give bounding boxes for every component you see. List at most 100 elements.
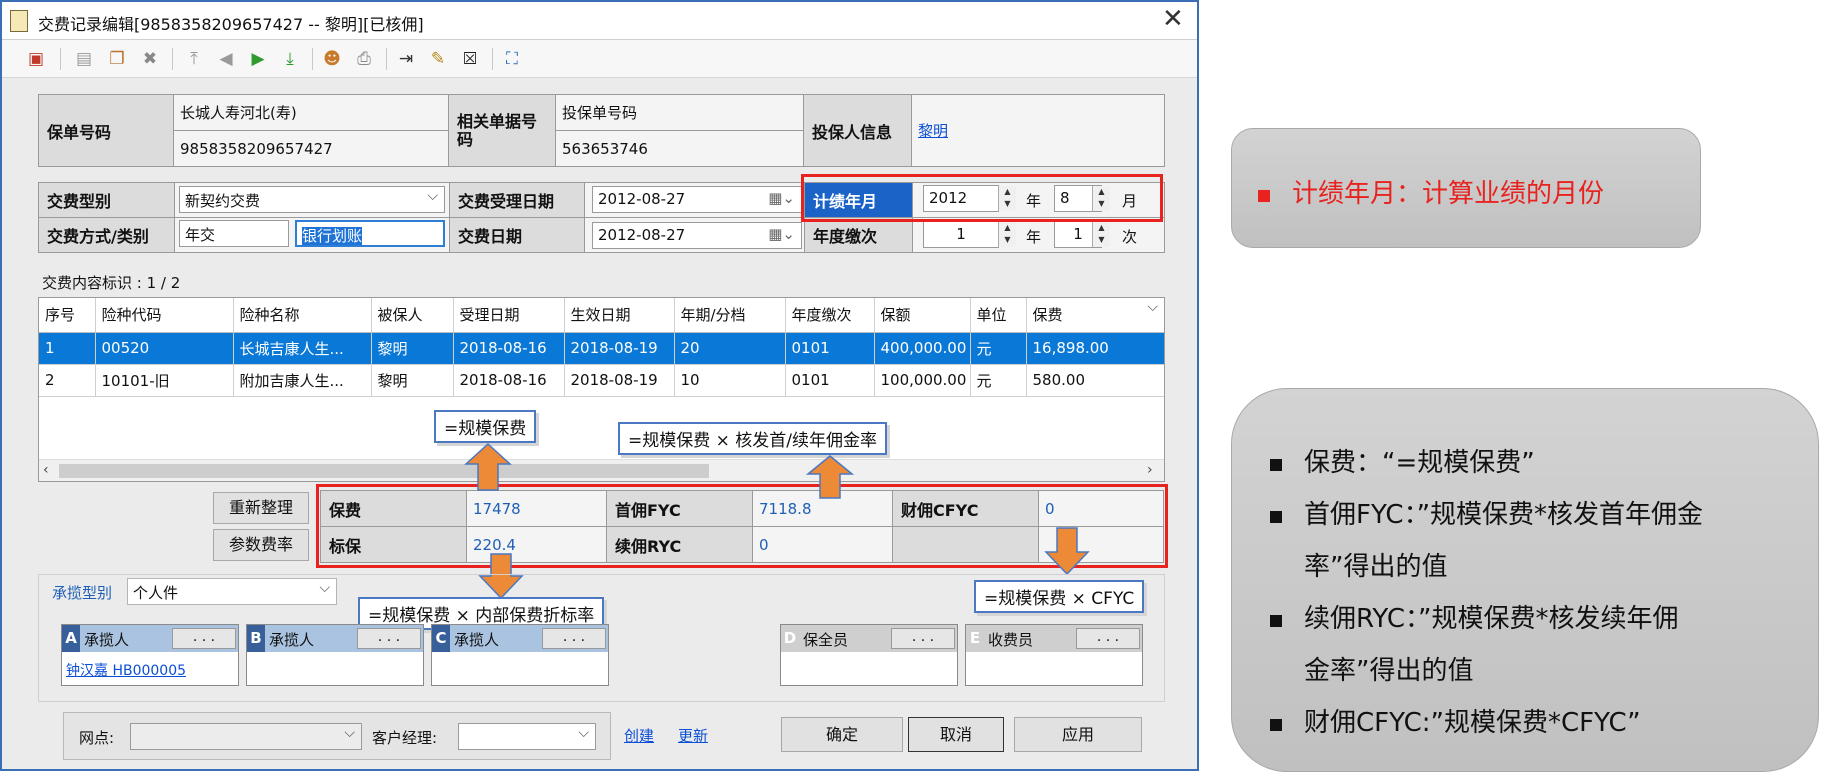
manager-label: 客户经理: <box>372 729 438 747</box>
col-header[interactable]: 单位 <box>970 298 1027 333</box>
update-link[interactable]: 更新 <box>678 725 708 746</box>
red-bullet-icon <box>1258 190 1270 202</box>
document-icon <box>10 10 28 32</box>
save-icon[interactable]: ▤ <box>72 48 96 70</box>
outlet-select[interactable] <box>130 723 362 750</box>
commission-note-panel: 保费：“=规模保费” 首佣FYC：”规模保费*核发首年佣金 率”得出的值 续佣R… <box>1231 388 1819 772</box>
col-header[interactable]: 保费 <box>1026 298 1164 333</box>
policy-no-label: 保单号码 <box>38 94 174 167</box>
collector-lookup-button[interactable]: . . . <box>1076 628 1140 649</box>
annual-year-input[interactable]: 1 <box>923 221 999 248</box>
maintainer-lookup-button[interactable]: . . . <box>891 628 955 649</box>
toolbar: ▣ ▤ ❐ ✖ ⤒ ◀ ▶ ⤓ ☻ ⎙ ⇥ ✎ ⮽ ⛶ <box>2 40 1197 78</box>
col-header[interactable]: 年期/分档 <box>674 298 786 333</box>
app-no-label: 投保单号码 <box>555 94 804 131</box>
annual-year-spinner[interactable]: ▲ ▼ <box>998 222 1016 247</box>
agent-c-lookup-button[interactable]: . . . <box>542 628 606 649</box>
col-header[interactable]: 险种名称 <box>233 298 372 333</box>
policy-no-value: 9858358209657427 <box>173 130 449 167</box>
note-premium: 保费：“=规模保费” <box>1304 448 1535 478</box>
agent-b-box: B 承揽人. . . <box>246 624 424 686</box>
agent-b-lookup-button[interactable]: . . . <box>357 628 421 649</box>
pay-date-input[interactable]: 2012-08-27 ▦⌄ <box>592 222 802 249</box>
payment-type-select[interactable]: 新契约交费 <box>179 186 445 213</box>
agent-type-label: 承揽型别 <box>52 584 113 602</box>
maintainer-box: D 保全员. . . <box>780 624 958 686</box>
edit-icon[interactable]: ✎ <box>426 48 450 70</box>
print-icon[interactable]: ⎙ <box>352 48 376 70</box>
apply-button[interactable]: 应用 <box>1014 717 1142 752</box>
payment-method-label: 交费方式/类别 <box>38 217 175 253</box>
down-arrow-icon <box>1044 527 1090 576</box>
detail-header-row: 序号 险种代码 险种名称 被保人 受理日期 生效日期 年期/分档 年度缴次 保额… <box>39 298 1164 333</box>
last-icon[interactable]: ⤓ <box>278 48 302 70</box>
collector-box: E 收费员. . . <box>965 624 1143 686</box>
scrollbar-thumb[interactable] <box>59 464 709 478</box>
up-arrow-icon <box>806 455 854 499</box>
horizontal-scrollbar[interactable]: ‹ › <box>39 459 1164 481</box>
first-icon[interactable]: ⤒ <box>182 48 206 70</box>
export-icon[interactable]: ⮽ <box>458 48 482 70</box>
param-rate-button[interactable]: 参数费率 <box>213 529 309 561</box>
related-doc-label: 相关单据号码 <box>448 94 556 167</box>
cancel-icon[interactable]: ✖ <box>138 48 162 70</box>
ok-button[interactable]: 确定 <box>781 717 903 752</box>
detail-grid: 序号 险种代码 险种名称 被保人 受理日期 生效日期 年期/分档 年度缴次 保额… <box>38 297 1165 482</box>
note-ryc-cont: 金率”得出的值 <box>1304 656 1474 686</box>
bullet-icon <box>1270 511 1282 523</box>
agent-type-select[interactable]: 个人件 <box>127 578 337 605</box>
prev-icon[interactable]: ◀ <box>214 48 238 70</box>
perf-month-highlight <box>801 174 1163 222</box>
pay-date-label: 交费日期 <box>449 217 585 253</box>
agent-a-lookup-button[interactable]: . . . <box>172 628 236 649</box>
payment-category-input[interactable]: 银行划账 <box>295 220 445 247</box>
manager-select[interactable] <box>458 723 596 750</box>
accept-date-label: 交费受理日期 <box>449 182 585 218</box>
copy-icon[interactable]: ❐ <box>105 48 129 70</box>
payment-method-input[interactable]: 年交 <box>179 220 289 247</box>
table-row[interactable]: 1 00520 长城吉康人生... 黎明 2018-08-16 2018-08-… <box>39 332 1164 365</box>
premium-callout: =规模保费 <box>434 410 537 443</box>
col-header[interactable]: 序号 <box>39 298 96 333</box>
note-ryc: 续佣RYC：”规模保费*核发续年佣 <box>1304 604 1679 634</box>
agent-a-link[interactable]: 钟汉嘉 HB000005 <box>66 660 186 680</box>
bullet-icon <box>1270 615 1282 627</box>
user-icon[interactable]: ☻ <box>320 48 344 70</box>
dialog-window: 交费记录编辑[9858358209657427 -- 黎明][已核佣] ✕ ▣ … <box>0 0 1199 771</box>
create-link[interactable]: 创建 <box>624 725 654 746</box>
agent-c-box: C 承揽人. . . <box>431 624 609 686</box>
col-header[interactable]: 保额 <box>874 298 971 333</box>
close-button[interactable]: ✕ <box>1162 4 1184 34</box>
annual-count-label: 年度缴次 <box>804 217 913 253</box>
accept-date-input[interactable]: 2012-08-27 ▦⌄ <box>592 186 802 213</box>
applicant-link[interactable]: 黎明 <box>918 122 948 140</box>
next-icon[interactable]: ▶ <box>246 48 270 70</box>
perf-month-note-panel: 计绩年月：计算业绩的月份 <box>1231 128 1701 248</box>
import-icon[interactable]: ⇥ <box>394 48 418 70</box>
agent-a-box: A 承揽人. . . 钟汉嘉 HB000005 <box>61 624 239 686</box>
reorganize-button[interactable]: 重新整理 <box>213 492 309 524</box>
delete-record-icon[interactable]: ▣ <box>24 48 48 70</box>
col-header[interactable]: 险种代码 <box>95 298 234 333</box>
note-fyc-cont: 率”得出的值 <box>1304 552 1448 582</box>
bullet-icon <box>1270 459 1282 471</box>
footer-filter-bar: 网点: 客户经理: <box>63 712 611 760</box>
col-header[interactable]: 被保人 <box>371 298 454 333</box>
fullscreen-icon[interactable]: ⛶ <box>500 48 524 70</box>
cancel-button[interactable]: 取消 <box>908 717 1004 752</box>
scroll-left-icon[interactable]: ‹ <box>43 462 49 478</box>
commission-highlight <box>316 484 1168 568</box>
col-header[interactable]: 受理日期 <box>453 298 565 333</box>
scroll-right-icon[interactable]: › <box>1147 462 1153 478</box>
up-arrow-icon <box>464 442 512 491</box>
note-cfyc: 财佣CFYC:”规模保费*CFYC” <box>1304 708 1641 738</box>
col-header[interactable]: 生效日期 <box>564 298 675 333</box>
title-bar: 交费记录编辑[9858358209657427 -- 黎明][已核佣] ✕ <box>2 2 1197 40</box>
applicant-label: 投保人信息 <box>803 94 912 167</box>
table-row[interactable]: 2 10101-旧 附加吉康人生... 黎明 2018-08-16 2018-0… <box>39 364 1164 397</box>
calendar-icon[interactable]: ▦⌄ <box>768 225 795 243</box>
col-header[interactable]: 年度缴次 <box>785 298 875 333</box>
annual-count-spinner[interactable]: ▲ ▼ <box>1092 222 1110 247</box>
detail-caption: 交费内容标识 : 1 / 2 <box>42 274 181 292</box>
calendar-icon[interactable]: ▦⌄ <box>768 189 795 207</box>
